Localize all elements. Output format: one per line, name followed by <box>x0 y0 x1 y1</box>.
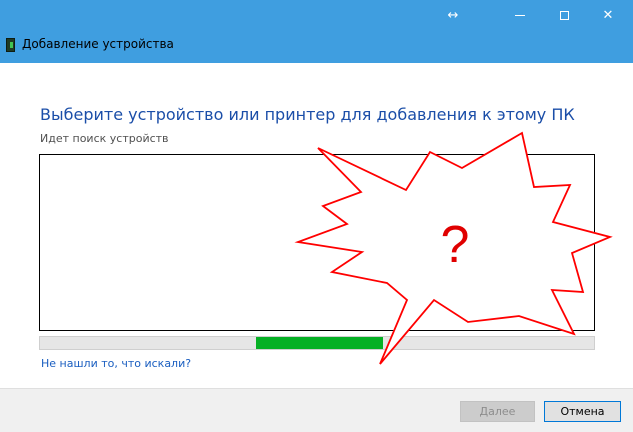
search-progress-bar <box>39 336 595 350</box>
minimize-icon <box>515 14 525 16</box>
add-device-window: ↔ ✕ Добавление устройства Выберите устро… <box>0 0 633 432</box>
progress-fill <box>256 337 384 349</box>
close-icon: ✕ <box>602 7 614 23</box>
next-button[interactable]: Далее <box>460 401 535 422</box>
device-list[interactable] <box>39 154 595 331</box>
window-title: Добавление устройства <box>22 37 174 51</box>
maximize-button[interactable] <box>541 0 587 30</box>
close-button[interactable]: ✕ <box>585 0 631 30</box>
cancel-button[interactable]: Отмена <box>544 401 621 422</box>
minimize-button[interactable] <box>497 0 543 30</box>
title-bar[interactable]: ↔ ✕ Добавление устройства <box>0 0 633 63</box>
page-title: Выберите устройство или принтер для доба… <box>40 105 575 124</box>
help-link[interactable]: Не нашли то, что искали? <box>41 357 191 370</box>
maximize-icon <box>559 10 569 20</box>
button-bar: Далее Отмена <box>0 388 633 432</box>
search-status: Идет поиск устройств <box>40 132 169 145</box>
resize-glyph: ↔ <box>447 7 459 23</box>
device-icon <box>6 38 15 52</box>
resize-icon[interactable]: ↔ <box>430 0 476 30</box>
